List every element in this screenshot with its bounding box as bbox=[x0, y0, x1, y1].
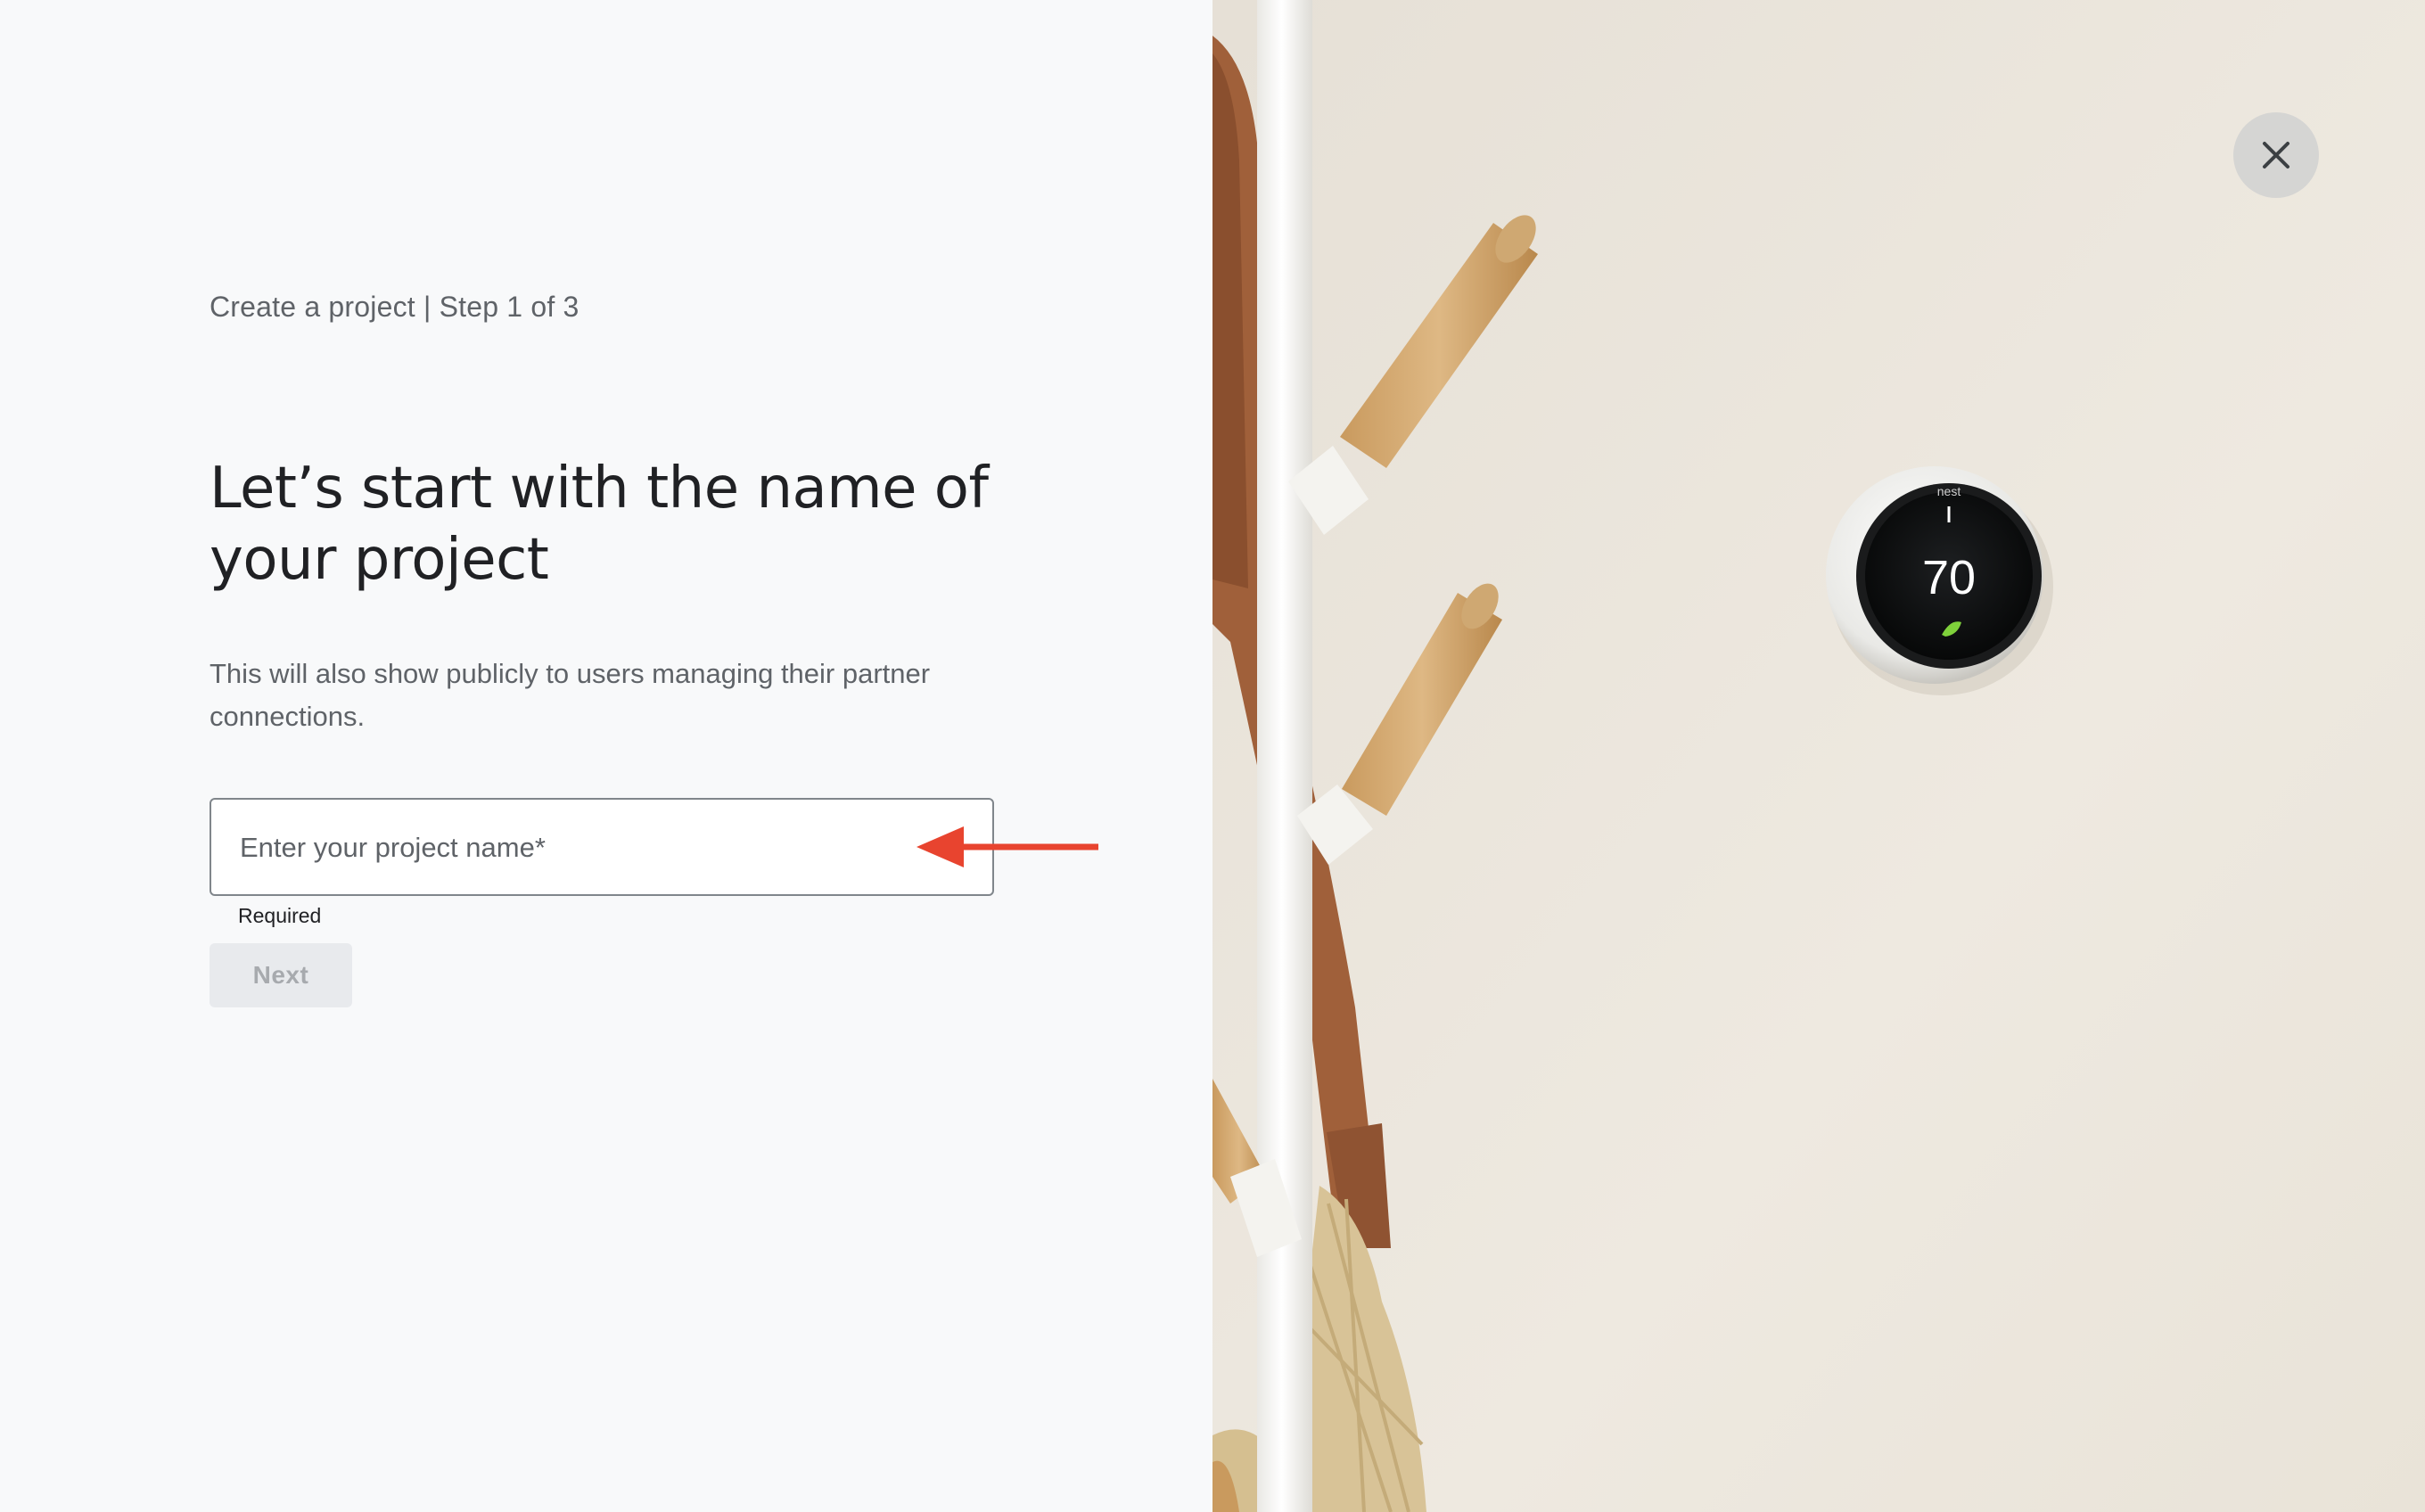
page-title: Let’s start with the name of your projec… bbox=[210, 456, 989, 593]
next-button[interactable]: Next bbox=[210, 943, 352, 1007]
form-panel: Create a project | Step 1 of 3 Let’s sta… bbox=[0, 0, 1212, 1512]
required-helper-text: Required bbox=[238, 904, 322, 927]
page-description: This will also show publicly to users ma… bbox=[210, 658, 931, 732]
thermostat-brand: nest bbox=[1937, 484, 1961, 498]
project-name-input[interactable] bbox=[238, 800, 937, 896]
step-label: Create a project | Step 1 of 3 bbox=[210, 291, 580, 323]
hero-image: nest 70 bbox=[1212, 0, 2425, 1512]
arrow-left-icon bbox=[917, 826, 1098, 867]
thermostat-temperature: 70 bbox=[1922, 551, 1976, 604]
close-button[interactable] bbox=[2233, 112, 2319, 198]
close-icon bbox=[2263, 142, 2289, 168]
project-name-field[interactable] bbox=[210, 798, 994, 896]
